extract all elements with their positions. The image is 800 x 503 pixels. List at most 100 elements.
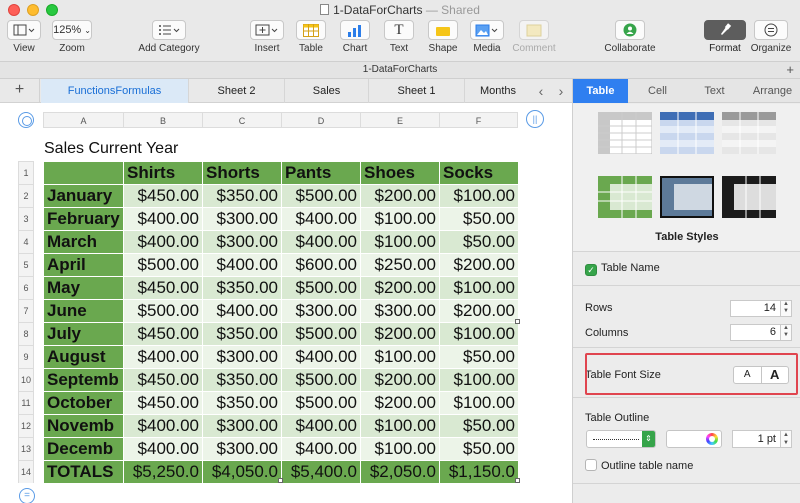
table-cell[interactable]: $100.00 <box>360 207 440 231</box>
row-header[interactable]: 11 <box>18 391 34 414</box>
table-cell[interactable]: $200.00 <box>360 368 440 392</box>
header-cell-corner[interactable] <box>43 161 124 185</box>
outline-width-stepper[interactable]: 1 pt ▲ ▼ <box>732 430 792 448</box>
table-cell[interactable]: $300.00 <box>360 299 440 323</box>
table-cell[interactable]: $400.00 <box>123 207 203 231</box>
row-header[interactable]: 3 <box>18 207 34 230</box>
table-cell[interactable]: $450.00 <box>123 368 203 392</box>
row-label-cell[interactable]: February <box>43 207 124 231</box>
chevron-left-icon[interactable]: ‹ <box>531 79 551 103</box>
color-wheel-icon[interactable] <box>706 433 718 445</box>
table-cell[interactable]: $400.00 <box>281 230 361 254</box>
table-cell[interactable]: $300.00 <box>202 230 282 254</box>
chart-button[interactable]: Chart <box>338 20 372 54</box>
media-button[interactable]: Media <box>469 20 505 54</box>
row-label-cell[interactable]: May <box>43 276 124 300</box>
table-cell[interactable]: $100.00 <box>360 230 440 254</box>
row-header[interactable]: 9 <box>18 345 34 368</box>
table-cell[interactable]: $500.00 <box>281 184 361 208</box>
table-cell[interactable]: $400.00 <box>123 345 203 369</box>
table-cell[interactable]: $450.00 <box>123 276 203 300</box>
table-cell[interactable]: $300.00 <box>202 207 282 231</box>
table-cell[interactable]: $100.00 <box>360 345 440 369</box>
row-header[interactable]: 6 <box>18 276 34 299</box>
tab-cell[interactable]: Cell <box>630 79 685 103</box>
table-cell[interactable]: $50.00 <box>439 414 519 438</box>
tab-sheet-2[interactable]: Sheet 2 <box>189 79 285 103</box>
format-button[interactable]: Format <box>704 20 746 54</box>
table-cell[interactable]: $100.00 <box>439 184 519 208</box>
table-cell[interactable]: $50.00 <box>439 437 519 461</box>
tab-sales[interactable]: Sales <box>285 79 369 103</box>
column-header-d[interactable]: D <box>281 112 360 128</box>
header-cell[interactable]: Shoes <box>360 161 440 185</box>
table-cell[interactable]: $400.00 <box>123 414 203 438</box>
row-label-cell[interactable]: April <box>43 253 124 277</box>
table-style-gray[interactable] <box>598 112 652 154</box>
row-header[interactable]: 13 <box>18 437 34 460</box>
totals-label-cell[interactable]: TOTALS <box>43 460 124 484</box>
header-cell[interactable]: Shirts <box>123 161 203 185</box>
chevron-right-icon[interactable]: › <box>551 79 571 103</box>
row-header[interactable]: 10 <box>18 368 34 391</box>
row-header[interactable]: 5 <box>18 253 34 276</box>
table-cell[interactable]: $50.00 <box>439 230 519 254</box>
row-label-cell[interactable]: June <box>43 299 124 323</box>
table-style-black[interactable] <box>722 176 776 218</box>
tab-months[interactable]: Months <box>465 79 531 103</box>
table-cell[interactable]: $350.00 <box>202 322 282 346</box>
table-cell[interactable]: $500.00 <box>281 276 361 300</box>
table-style-green[interactable] <box>598 176 652 218</box>
insert-button[interactable]: Insert <box>250 20 284 54</box>
row-header[interactable]: 4 <box>18 230 34 253</box>
table-cell[interactable]: $50.00 <box>439 345 519 369</box>
table-cell[interactable]: $400.00 <box>123 437 203 461</box>
text-button[interactable]: T Text <box>382 20 416 54</box>
tab-text[interactable]: Text <box>687 79 742 103</box>
rows-value[interactable]: 14 <box>730 300 780 317</box>
row-label-cell[interactable]: Decemb <box>43 437 124 461</box>
view-button[interactable]: View <box>6 20 42 54</box>
table-cell[interactable]: $300.00 <box>202 437 282 461</box>
table-cell[interactable]: $600.00 <box>281 253 361 277</box>
table-cell[interactable]: $500.00 <box>123 253 203 277</box>
table-cell[interactable]: $500.00 <box>281 391 361 415</box>
table-cell[interactable]: $200.00 <box>439 253 519 277</box>
table-style-light-gray[interactable] <box>722 112 776 154</box>
stepper-arrows-icon[interactable]: ▲ ▼ <box>780 300 792 317</box>
table-cell[interactable]: $200.00 <box>439 299 519 323</box>
resize-handle-right[interactable] <box>515 319 520 324</box>
column-header-c[interactable]: C <box>202 112 281 128</box>
table-cell[interactable]: $400.00 <box>281 207 361 231</box>
columns-stepper[interactable]: 6 ▲ ▼ <box>730 324 792 341</box>
totals-cell[interactable]: $4,050.0 <box>202 460 282 484</box>
header-cell[interactable]: Pants <box>281 161 361 185</box>
table-name-checkbox[interactable]: ✓ <box>585 264 597 276</box>
select-table-handle[interactable] <box>18 112 34 128</box>
table-style-blue[interactable] <box>660 112 714 154</box>
sheet-canvas[interactable]: A B C D E F || Sales Current Year 123456… <box>0 104 572 503</box>
table-cell[interactable]: $100.00 <box>439 322 519 346</box>
totals-cell[interactable]: $5,250.0 <box>123 460 203 484</box>
row-header[interactable]: 1 <box>18 161 34 184</box>
add-category-button[interactable]: Add Category <box>136 20 202 54</box>
tab-table[interactable]: Table <box>573 79 628 103</box>
table-cell[interactable]: $100.00 <box>439 391 519 415</box>
stepper-arrows-icon[interactable]: ▲ ▼ <box>780 324 792 341</box>
table-cell[interactable]: $350.00 <box>202 391 282 415</box>
header-cell[interactable]: Socks <box>439 161 519 185</box>
table-cell[interactable]: $400.00 <box>281 345 361 369</box>
column-header-e[interactable]: E <box>360 112 439 128</box>
row-label-cell[interactable]: August <box>43 345 124 369</box>
table-cell[interactable]: $100.00 <box>360 414 440 438</box>
table-cell[interactable]: $400.00 <box>202 299 282 323</box>
totals-cell[interactable]: $5,400.0 <box>281 460 361 484</box>
new-tab-button[interactable]: + <box>786 62 794 78</box>
outline-style-popup[interactable]: ⇕ <box>586 430 656 448</box>
chevron-updown-icon[interactable]: ⇕ <box>642 431 655 447</box>
row-label-cell[interactable]: October <box>43 391 124 415</box>
table-button[interactable]: Table <box>294 20 328 54</box>
resize-handle-bottom[interactable] <box>278 478 283 483</box>
outline-width-value[interactable]: 1 pt <box>732 430 780 448</box>
outline-color-well[interactable] <box>666 430 722 448</box>
